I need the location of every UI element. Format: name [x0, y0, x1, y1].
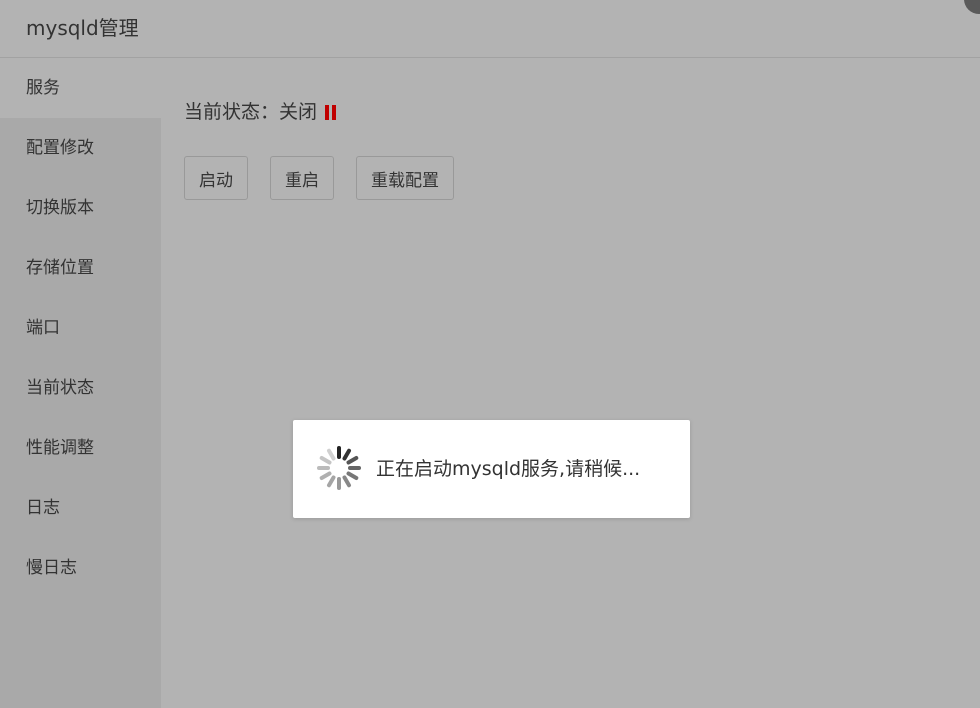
service-status: 当前状态： 关闭	[184, 98, 337, 126]
sidebar-item-storage-location[interactable]: 存储位置	[0, 238, 161, 298]
restart-button[interactable]: 重启	[270, 156, 334, 200]
service-actions: 启动 重启 重载配置	[184, 156, 454, 200]
status-label: 当前状态：	[184, 101, 280, 123]
sidebar-item-slow-log[interactable]: 慢日志	[0, 538, 161, 598]
close-icon[interactable]	[964, 0, 980, 14]
title-bar: mysqld管理	[0, 0, 980, 58]
window-title: mysqld管理	[26, 16, 139, 40]
sidebar-item-port[interactable]: 端口	[0, 298, 161, 358]
reload-config-button[interactable]: 重载配置	[356, 156, 454, 200]
sidebar-item-log[interactable]: 日志	[0, 478, 161, 538]
main-panel: 当前状态： 关闭 启动 重启 重载配置	[161, 58, 980, 708]
mysqld-manager-window: mysqld管理 服务 配置修改 切换版本 存储位置 端口 当前状态 性能调整 …	[0, 0, 980, 708]
pause-icon	[325, 104, 337, 120]
status-value: 关闭	[279, 101, 318, 123]
sidebar-item-current-status[interactable]: 当前状态	[0, 358, 161, 418]
loading-message: 正在启动mysqld服务,请稍候...	[376, 458, 641, 480]
sidebar: 服务 配置修改 切换版本 存储位置 端口 当前状态 性能调整 日志 慢日志	[0, 58, 161, 708]
sidebar-item-service[interactable]: 服务	[0, 58, 161, 118]
sidebar-item-switch-version[interactable]: 切换版本	[0, 178, 161, 238]
loading-dialog: 正在启动mysqld服务,请稍候...	[293, 420, 690, 518]
sidebar-item-performance-tuning[interactable]: 性能调整	[0, 418, 161, 478]
spinner-icon	[317, 446, 361, 490]
start-button[interactable]: 启动	[184, 156, 248, 200]
sidebar-item-config-edit[interactable]: 配置修改	[0, 118, 161, 178]
